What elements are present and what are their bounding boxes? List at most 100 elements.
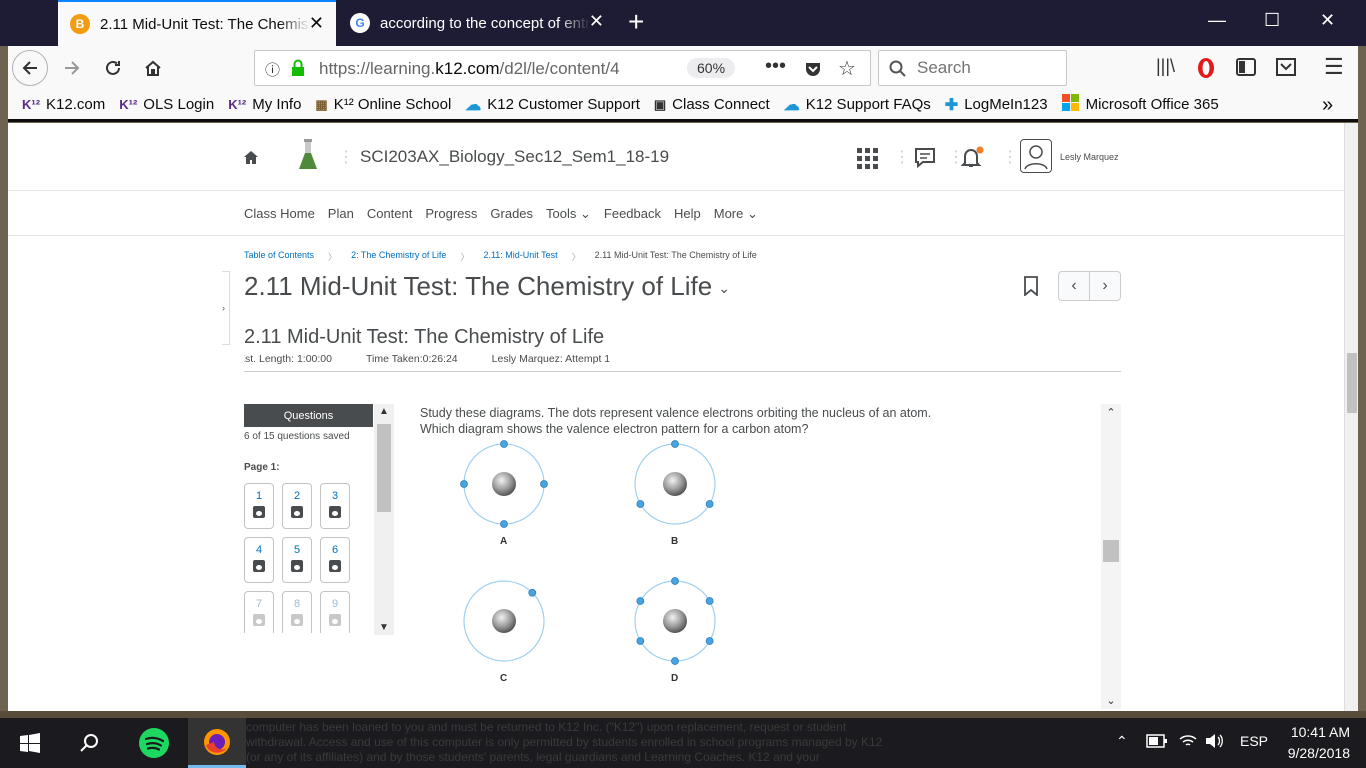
notifications-bell-icon[interactable]	[960, 145, 984, 169]
close-tab-icon[interactable]: ✕	[589, 12, 604, 30]
menu-icon[interactable]: ☰	[1324, 54, 1344, 80]
bookmark-ols-login[interactable]: K¹² OLS Login	[119, 96, 214, 113]
questions-scrollbar[interactable]: ▲ ▼	[374, 404, 394, 635]
bookmark-online-school[interactable]: ▦ K¹² Online School	[315, 96, 451, 113]
question-button-8[interactable]: 8	[282, 591, 312, 633]
question-button-4[interactable]: 4	[244, 537, 274, 583]
wifi-icon[interactable]	[1178, 733, 1198, 749]
back-arrow-icon[interactable]	[12, 50, 48, 86]
nav-plan[interactable]: Plan	[328, 206, 354, 221]
course-selector-grid-icon[interactable]	[857, 148, 879, 170]
question-button-1[interactable]: 1	[244, 483, 274, 529]
avatar[interactable]	[1020, 139, 1052, 173]
nav-grades[interactable]: Grades	[490, 206, 533, 221]
question-number: 2	[293, 490, 301, 502]
breadcrumb-table-of-contents[interactable]: Table of Contents	[244, 250, 314, 263]
tab-inactive[interactable]: G according to the concept of entropy ✕	[338, 0, 616, 46]
sidebar-icon[interactable]	[1236, 58, 1256, 76]
chevron-up-icon[interactable]: ▲	[374, 406, 394, 417]
battery-icon[interactable]	[1146, 733, 1168, 749]
valence-electron	[705, 500, 714, 508]
nav-content[interactable]: Content	[367, 206, 413, 221]
reload-icon[interactable]	[97, 52, 129, 84]
minimize-icon[interactable]: —	[1208, 10, 1226, 31]
windows-start-icon[interactable]	[6, 718, 54, 768]
page-title[interactable]: 2.11 Mid-Unit Test: The Chemistry of Lif…	[244, 271, 730, 302]
chevron-down-icon[interactable]: ▼	[374, 622, 394, 633]
pocket-icon[interactable]	[804, 60, 822, 78]
bookmark-class-connect[interactable]: ▣ Class Connect	[654, 96, 770, 113]
bookmark-icon[interactable]	[1024, 276, 1038, 296]
chevron-down-icon[interactable]: ⌄	[718, 280, 730, 296]
page-actions-icon[interactable]: •••	[765, 55, 786, 78]
opera-extension-icon[interactable]	[1196, 57, 1216, 79]
question-button-5[interactable]: 5	[282, 537, 312, 583]
scrollbar-thumb[interactable]	[1103, 540, 1119, 562]
more-bookmarks-icon[interactable]: »	[1322, 94, 1333, 117]
collapse-toc-handle[interactable]: ›	[222, 271, 230, 345]
question-button-2[interactable]: 2	[282, 483, 312, 529]
breadcrumb: Table of Contents 〉 2: The Chemistry of …	[244, 250, 771, 263]
nav-progress[interactable]: Progress	[425, 206, 477, 221]
diagram-label-b: B	[671, 536, 679, 547]
next-topic-button[interactable]: ›	[1090, 272, 1120, 300]
previous-topic-button[interactable]: ‹	[1059, 272, 1090, 300]
chevron-up-icon[interactable]: ⌃	[1101, 406, 1121, 419]
nav-more[interactable]: More ⌄	[714, 206, 758, 222]
question-button-3[interactable]: 3	[320, 483, 350, 529]
close-window-icon[interactable]: ✕	[1320, 10, 1335, 31]
spotify-icon[interactable]	[130, 718, 178, 768]
tab-active[interactable]: B 2.11 Mid-Unit Test: The Chemistry of L…	[58, 0, 336, 46]
question-scrollbar[interactable]: ⌃ ⌄	[1101, 404, 1121, 709]
bookmark-office365[interactable]: Microsoft Office 365	[1061, 94, 1219, 115]
user-name[interactable]: Lesly Marquez	[1060, 152, 1119, 162]
bookmark-customer-support[interactable]: ☁ K12 Customer Support	[465, 95, 640, 115]
nav-help[interactable]: Help	[674, 206, 701, 221]
messages-icon[interactable]	[914, 147, 938, 169]
questions-saved-count: 6 of 15 questions saved	[244, 431, 350, 442]
home-icon[interactable]	[137, 52, 169, 84]
page-scrollbar[interactable]	[1344, 123, 1358, 711]
page-label: Page 1:	[244, 462, 280, 473]
search-icon[interactable]	[66, 718, 114, 768]
question-button-9[interactable]: 9	[320, 591, 350, 633]
scrollbar-thumb[interactable]	[1347, 353, 1357, 413]
firefox-taskbar-icon[interactable]	[188, 718, 246, 768]
library-icon[interactable]: |||\	[1156, 56, 1175, 77]
save-disk-icon	[291, 560, 303, 572]
close-tab-icon[interactable]: ✕	[309, 14, 324, 32]
office-icon	[1061, 94, 1080, 115]
chevron-up-icon[interactable]: ⌃	[1116, 733, 1128, 750]
url-bar[interactable]: ⓘ https://learning.k12.com/d2l/le/conten…	[254, 50, 871, 86]
nav-feedback[interactable]: Feedback	[604, 206, 661, 221]
tab-title: 2.11 Mid-Unit Test: The Chemistry of Lif…	[100, 15, 310, 33]
diagram-label-a: A	[500, 536, 508, 547]
home-icon[interactable]	[244, 151, 258, 164]
course-name[interactable]: SCI203AX_Biology_Sec12_Sem1_18-19	[360, 147, 669, 167]
breadcrumb-lesson[interactable]: 2.11: Mid-Unit Test	[483, 250, 557, 263]
search-box[interactable]: Search	[878, 50, 1067, 86]
question-button-6[interactable]: 6	[320, 537, 350, 583]
bookmark-my-info[interactable]: K¹² My Info	[228, 96, 301, 113]
bookmark-support-faqs[interactable]: ☁ K12 Support FAQs	[784, 95, 931, 115]
k12-logo-icon: K¹²	[228, 97, 247, 112]
question-button-7[interactable]: 7	[244, 591, 274, 633]
maximize-icon[interactable]: ☐	[1264, 10, 1280, 31]
extension-icon[interactable]	[1276, 58, 1296, 76]
nav-class-home[interactable]: Class Home	[244, 206, 315, 221]
system-clock[interactable]: 10:41 AM 9/28/2018	[1288, 722, 1350, 764]
forward-arrow-icon[interactable]	[56, 52, 88, 84]
info-icon[interactable]: ⓘ	[265, 59, 280, 80]
bookmark-star-icon[interactable]: ☆	[838, 56, 856, 81]
language-indicator[interactable]: ESP	[1240, 733, 1268, 749]
bookmark-k12[interactable]: K¹² K12.com	[22, 96, 105, 113]
nav-tools[interactable]: Tools ⌄	[546, 206, 591, 222]
volume-icon[interactable]	[1205, 733, 1225, 749]
zoom-level[interactable]: 60%	[687, 58, 736, 78]
valence-electron	[671, 440, 679, 448]
new-tab-icon[interactable]: +	[628, 8, 644, 36]
chevron-down-icon[interactable]: ⌄	[1101, 694, 1121, 707]
bookmark-logmein[interactable]: ✚ LogMeIn123	[945, 95, 1048, 115]
scrollbar-thumb[interactable]	[377, 424, 391, 512]
breadcrumb-unit[interactable]: 2: The Chemistry of Life	[351, 250, 446, 263]
